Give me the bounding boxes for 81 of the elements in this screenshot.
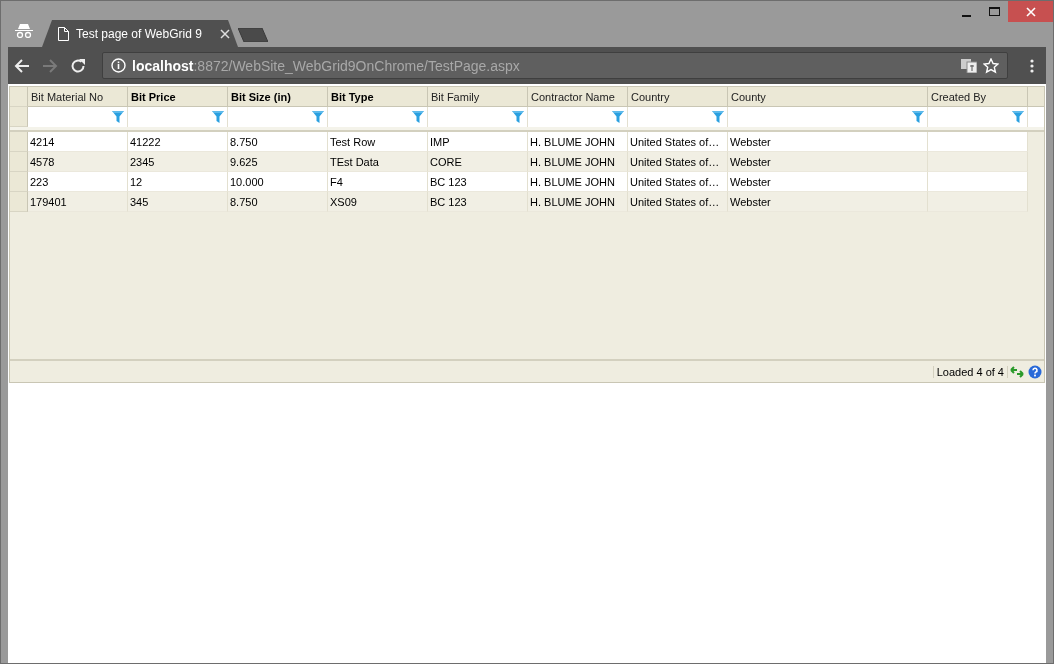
close-icon[interactable] <box>220 28 230 39</box>
table-cell: H. BLUME JOHN <box>528 172 628 192</box>
filter-field[interactable] <box>628 107 728 127</box>
table-cell: 4214 <box>28 132 128 152</box>
table-cell: CORE <box>428 152 528 172</box>
column-header[interactable]: Bit Price <box>128 87 228 107</box>
filter-icon[interactable] <box>312 111 324 123</box>
filter-icon[interactable] <box>912 111 924 123</box>
table-cell: Webster <box>728 192 928 212</box>
table-cell: BC 123 <box>428 192 528 212</box>
table-cell: 41222 <box>128 132 228 152</box>
filter-field[interactable] <box>528 107 628 127</box>
column-header[interactable]: Bit Type <box>328 87 428 107</box>
column-header[interactable]: Bit Family <box>428 87 528 107</box>
column-header[interactable]: County <box>728 87 928 107</box>
table-cell: F4 <box>328 172 428 192</box>
maximize-icon <box>988 6 1000 17</box>
forward-icon <box>42 57 58 74</box>
column-header[interactable]: Bit Material No <box>28 87 128 107</box>
filter-field[interactable] <box>28 107 128 127</box>
star-icon[interactable] <box>983 57 999 74</box>
address-bar[interactable]: localhost:8872/WebSite_WebGrid9OnChrome/TestPage.aspx <box>102 52 1008 79</box>
minimize-icon <box>961 15 971 17</box>
filter-field[interactable] <box>428 107 528 127</box>
filter-field[interactable] <box>928 107 1028 127</box>
table-cell: H. BLUME JOHN <box>528 152 628 172</box>
table-cell: 9.625 <box>228 152 328 172</box>
close-icon <box>1025 6 1036 17</box>
filter-field[interactable] <box>728 107 928 127</box>
filter-field[interactable] <box>128 107 228 127</box>
table-cell: United States of… <box>628 152 728 172</box>
page-icon <box>58 26 69 41</box>
column-header[interactable]: Created By <box>928 87 1028 107</box>
table-cell: TEst Data <box>328 152 428 172</box>
table-cell: Test Row <box>328 132 428 152</box>
menu-icon <box>1030 58 1034 73</box>
table-cell: United States of… <box>628 192 728 212</box>
browser-tab[interactable]: Test page of WebGrid 9 <box>42 20 238 47</box>
table-cell: United States of… <box>628 172 728 192</box>
info-icon[interactable] <box>111 58 126 73</box>
table-cell: Webster <box>728 172 928 192</box>
refresh-button[interactable] <box>1010 364 1024 379</box>
table-cell: 4578 <box>28 152 128 172</box>
table-cell: 223 <box>28 172 128 192</box>
table-cell: BC 123 <box>428 172 528 192</box>
url-text: localhost:8872/WebSite_WebGrid9OnChrome/TestPage.aspx <box>132 57 521 74</box>
translate-icon[interactable] <box>961 58 977 73</box>
filter-icon[interactable] <box>1012 111 1024 123</box>
table-cell: 179401 <box>28 192 128 212</box>
filter-field[interactable] <box>228 107 328 127</box>
table-cell: H. BLUME JOHN <box>528 192 628 212</box>
filter-field[interactable] <box>328 107 428 127</box>
column-header[interactable]: Contractor Name <box>528 87 628 107</box>
reload-icon <box>70 57 86 74</box>
filter-icon[interactable] <box>112 111 124 123</box>
filter-icon[interactable] <box>212 111 224 123</box>
table-cell: Webster <box>728 132 928 152</box>
back-icon <box>14 57 30 74</box>
filter-icon[interactable] <box>412 111 424 123</box>
table-cell: IMP <box>428 132 528 152</box>
incognito-icon <box>15 24 33 38</box>
table-cell: 10.000 <box>228 172 328 192</box>
table-cell: United States of… <box>628 132 728 152</box>
filter-icon[interactable] <box>712 111 724 123</box>
filter-icon[interactable] <box>612 111 624 123</box>
table-cell: 345 <box>128 192 228 212</box>
table-cell: 8.750 <box>228 132 328 152</box>
refresh-icon <box>1010 364 1024 379</box>
table-cell: 8.750 <box>228 192 328 212</box>
table-cell: Webster <box>728 152 928 172</box>
help-button[interactable] <box>1028 364 1042 379</box>
table-cell: 12 <box>128 172 228 192</box>
table-cell: H. BLUME JOHN <box>528 132 628 152</box>
table-cell: 2345 <box>128 152 228 172</box>
column-header[interactable]: Country <box>628 87 728 107</box>
new-tab-icon[interactable] <box>238 28 268 42</box>
filter-icon[interactable] <box>512 111 524 123</box>
table-cell: XS09 <box>328 192 428 212</box>
help-icon <box>1028 364 1042 379</box>
column-header[interactable]: Bit Size (in) <box>228 87 328 107</box>
status-text: Loaded 4 of 4 <box>932 365 1008 378</box>
